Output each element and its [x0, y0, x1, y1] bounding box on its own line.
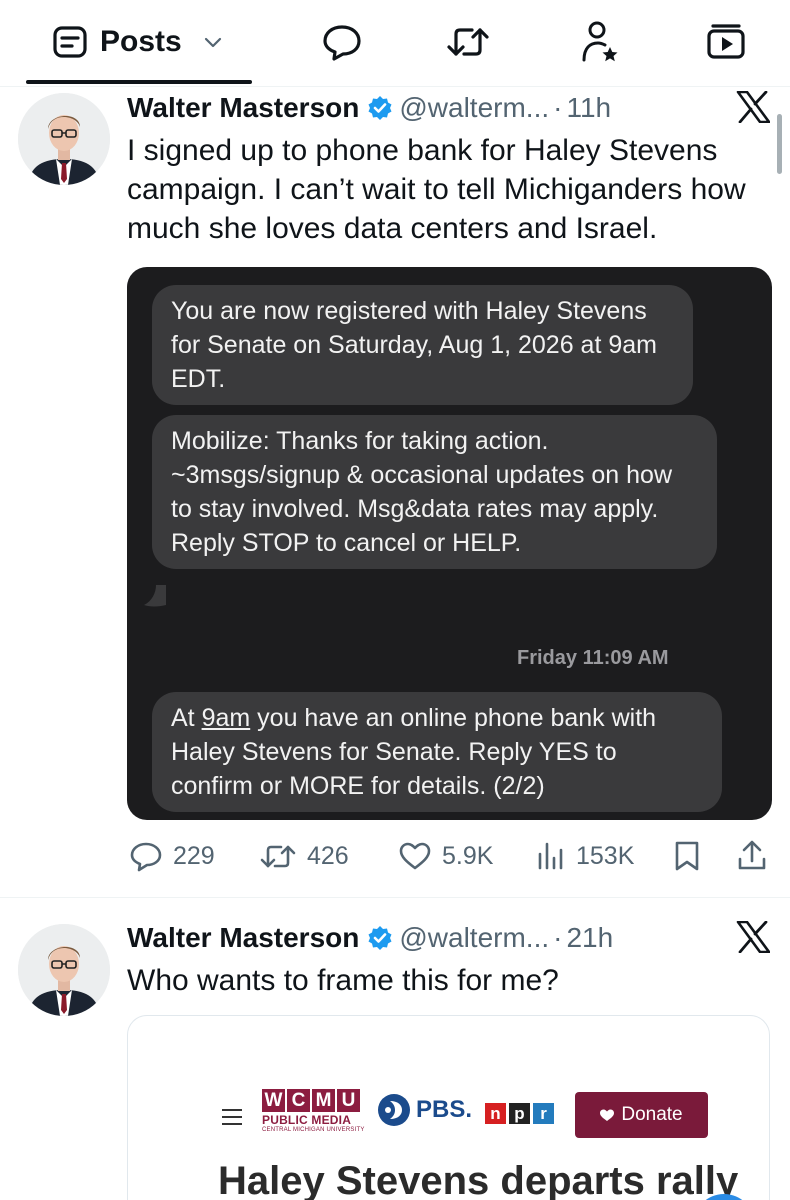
repost-icon	[260, 845, 296, 868]
separator-dot: ·	[553, 922, 563, 953]
post-header: Walter Masterson @walterm... · 21h	[127, 920, 613, 956]
donate-button[interactable]: Donate	[575, 1092, 708, 1138]
menu-icon[interactable]	[222, 1109, 242, 1130]
pbs-text: PBS.	[416, 1096, 473, 1123]
logo-subtitle: CENTRAL MICHIGAN UNIVERSITY	[262, 1127, 365, 1133]
message-time-link[interactable]: 9am	[202, 704, 251, 732]
pbs-logo: PBS.	[376, 1092, 472, 1128]
video-icon	[707, 24, 745, 59]
logo-letter: C	[287, 1089, 310, 1112]
bookmark-icon	[675, 841, 699, 871]
views-icon	[538, 842, 563, 870]
pbs-head-icon	[378, 1094, 410, 1126]
author-name[interactable]: Walter Masterson	[127, 922, 359, 954]
post-time[interactable]: 11h	[566, 92, 611, 124]
scrollbar[interactable]	[777, 114, 782, 174]
like-count: 5.9K	[442, 841, 494, 870]
post-image[interactable]: You are now registered with Haley Steven…	[127, 267, 772, 820]
bookmark-button[interactable]	[672, 834, 702, 878]
x-logo-icon[interactable]	[736, 91, 770, 123]
article-headline: Haley Stevens departs rally	[218, 1159, 739, 1200]
views-button[interactable]: 153K	[536, 834, 634, 878]
verified-badge-icon	[367, 925, 393, 951]
post-text: I signed up to phone bank for Haley Stev…	[127, 134, 746, 245]
logo-letter: W	[262, 1089, 285, 1112]
avatar[interactable]	[18, 924, 110, 1016]
reply-count: 229	[173, 841, 215, 870]
view-count: 153K	[576, 841, 635, 870]
tab-replies[interactable]	[310, 14, 374, 70]
heart-icon	[600, 1109, 615, 1121]
npr-letter: p	[509, 1103, 530, 1124]
post-header: Walter Masterson @walterm... · 11h	[127, 90, 611, 126]
avatar[interactable]	[18, 93, 110, 185]
post-actions: 229 426 5.9K 153K	[0, 834, 790, 878]
tab-subscriptions[interactable]	[568, 14, 632, 70]
posts-icon	[53, 26, 87, 58]
message-bubble: You are now registered with Haley Steven…	[152, 285, 693, 405]
bubble-tail-icon	[144, 585, 166, 607]
message-bubble: At 9am you have an online phone bank wit…	[152, 692, 722, 812]
divider	[0, 86, 790, 87]
tab-media[interactable]	[694, 14, 758, 70]
separator-dot: ·	[553, 92, 563, 123]
like-button[interactable]: 5.9K	[398, 834, 493, 878]
chevron-down-icon[interactable]	[202, 31, 224, 53]
top-tab-bar: Posts	[0, 0, 790, 86]
tab-selected-indicator	[26, 80, 252, 84]
share-button[interactable]	[736, 834, 768, 878]
logo-letter: M	[312, 1089, 335, 1112]
verified-badge-icon	[367, 95, 393, 121]
person-star-icon	[582, 21, 618, 62]
tab-reposts[interactable]	[436, 14, 500, 70]
message-timestamp: Friday 11:09 AM	[517, 647, 669, 669]
author-name[interactable]: Walter Masterson	[127, 92, 359, 124]
post-image[interactable]: W C M U PUBLIC MEDIA CENTRAL MICHIGAN UN…	[127, 1015, 770, 1200]
repost-button[interactable]: 426	[259, 834, 349, 878]
npr-letter: r	[533, 1103, 554, 1124]
reply-button[interactable]: 229	[129, 834, 215, 878]
repost-count: 426	[307, 841, 349, 870]
npr-logo: n p r	[485, 1103, 554, 1124]
retweet-icon	[447, 28, 489, 56]
npr-letter: n	[485, 1103, 506, 1124]
chat-bubble-icon	[323, 25, 361, 61]
logo-subtitle: PUBLIC MEDIA	[262, 1113, 352, 1127]
logo-letter: U	[337, 1089, 360, 1112]
tab-posts[interactable]: Posts	[28, 14, 250, 70]
author-handle[interactable]: @walterm...	[399, 922, 549, 954]
donate-label: Donate	[621, 1104, 683, 1125]
post-text: Who wants to frame this for me?	[127, 964, 559, 997]
wcmu-logo: W C M U PUBLIC MEDIA CENTRAL MICHIGAN UN…	[262, 1089, 365, 1133]
message-text-prefix: At	[171, 704, 202, 732]
message-bubble: Mobilize: Thanks for taking action. ~3ms…	[152, 415, 717, 569]
share-icon	[738, 840, 766, 870]
x-logo-icon[interactable]	[736, 921, 770, 953]
author-handle[interactable]: @walterm...	[399, 92, 549, 124]
reply-icon	[130, 842, 162, 872]
tab-posts-label: Posts	[100, 25, 182, 58]
heart-icon	[399, 842, 431, 870]
divider	[0, 897, 790, 898]
post-time[interactable]: 21h	[566, 922, 613, 954]
